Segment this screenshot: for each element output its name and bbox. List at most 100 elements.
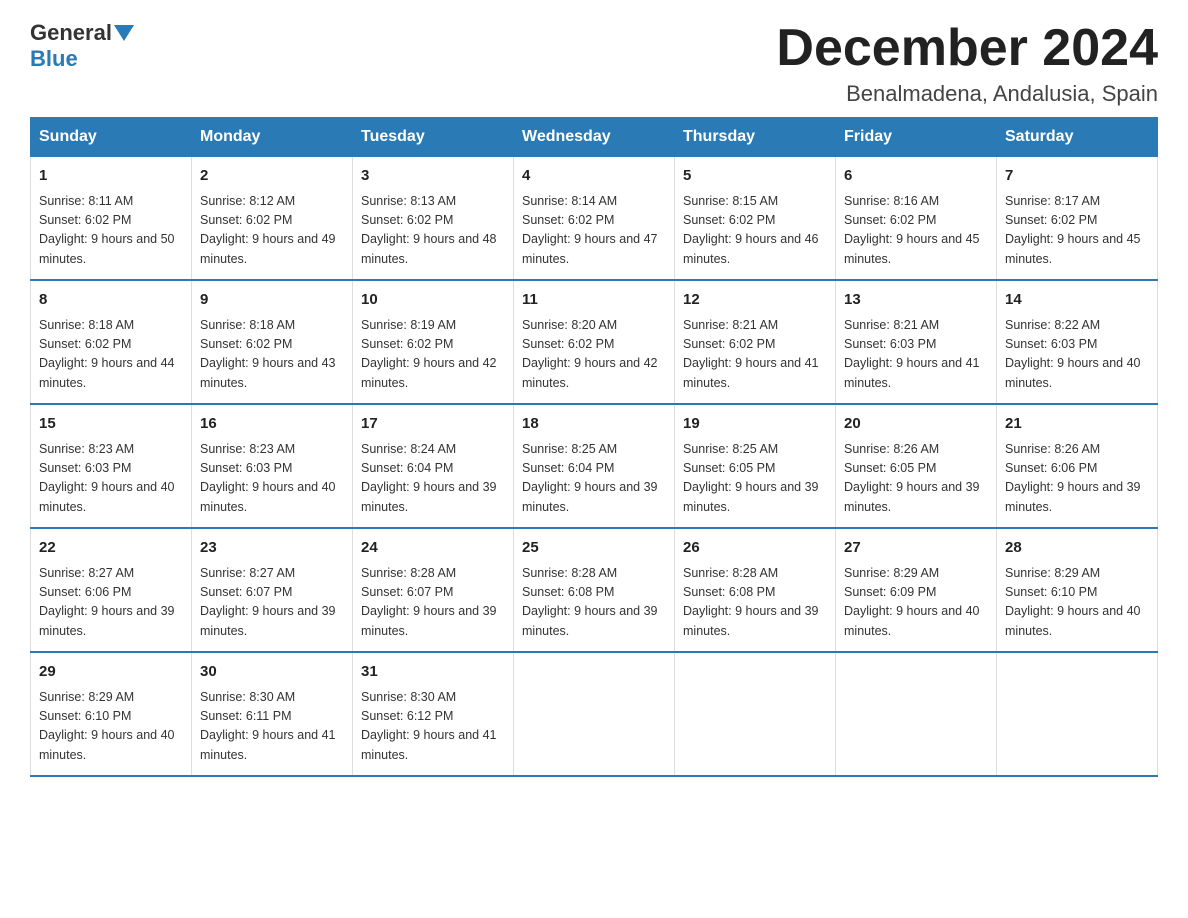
table-row: 4 Sunrise: 8:14 AMSunset: 6:02 PMDaylight… (514, 157, 675, 281)
table-row: 21 Sunrise: 8:26 AMSunset: 6:06 PMDayligh… (997, 404, 1158, 528)
calendar-week-row: 29 Sunrise: 8:29 AMSunset: 6:10 PMDayligh… (31, 652, 1158, 776)
day-number: 27 (844, 537, 988, 560)
calendar-header-row: Sunday Monday Tuesday Wednesday Thursday… (31, 118, 1158, 157)
day-info: Sunrise: 8:30 AMSunset: 6:12 PMDaylight:… (361, 688, 505, 766)
day-info: Sunrise: 8:15 AMSunset: 6:02 PMDaylight:… (683, 192, 827, 270)
col-tuesday: Tuesday (353, 118, 514, 157)
day-info: Sunrise: 8:28 AMSunset: 6:08 PMDaylight:… (522, 564, 666, 642)
table-row: 2Sunrise: 8:12 AMSunset: 6:02 PMDaylight… (192, 157, 353, 281)
table-row: 27 Sunrise: 8:29 AMSunset: 6:09 PMDayligh… (836, 528, 997, 652)
calendar-table: Sunday Monday Tuesday Wednesday Thursday… (30, 117, 1158, 777)
day-info: Sunrise: 8:29 AMSunset: 6:10 PMDaylight:… (1005, 564, 1149, 642)
page-header: General Blue December 2024 Benalmadena, … (30, 20, 1158, 107)
day-info: Sunrise: 8:22 AMSunset: 6:03 PMDaylight:… (1005, 316, 1149, 394)
day-number: 7 (1005, 165, 1149, 188)
day-info: Sunrise: 8:20 AMSunset: 6:02 PMDaylight:… (522, 316, 666, 394)
day-info: Sunrise: 8:18 AMSunset: 6:02 PMDaylight:… (39, 316, 183, 394)
day-number: 15 (39, 413, 183, 436)
day-number: 13 (844, 289, 988, 312)
table-row: 7 Sunrise: 8:17 AMSunset: 6:02 PMDaylight… (997, 157, 1158, 281)
table-row: 19 Sunrise: 8:25 AMSunset: 6:05 PMDayligh… (675, 404, 836, 528)
table-row: 15Sunrise: 8:23 AMSunset: 6:03 PMDayligh… (31, 404, 192, 528)
table-row: 6 Sunrise: 8:16 AMSunset: 6:02 PMDaylight… (836, 157, 997, 281)
table-row: 1 Sunrise: 8:11 AMSunset: 6:02 PMDaylight… (31, 157, 192, 281)
day-number: 11 (522, 289, 666, 312)
day-info: Sunrise: 8:17 AMSunset: 6:02 PMDaylight:… (1005, 192, 1149, 270)
day-number: 23 (200, 537, 344, 560)
day-info: Sunrise: 8:16 AMSunset: 6:02 PMDaylight:… (844, 192, 988, 270)
day-number: 25 (522, 537, 666, 560)
day-info: Sunrise: 8:21 AMSunset: 6:03 PMDaylight:… (844, 316, 988, 394)
table-row: 9Sunrise: 8:18 AMSunset: 6:02 PMDaylight… (192, 280, 353, 404)
day-info: Sunrise: 8:19 AMSunset: 6:02 PMDaylight:… (361, 316, 505, 394)
day-info: Sunrise: 8:25 AMSunset: 6:04 PMDaylight:… (522, 440, 666, 518)
table-row (836, 652, 997, 776)
col-thursday: Thursday (675, 118, 836, 157)
day-number: 12 (683, 289, 827, 312)
day-number: 1 (39, 165, 183, 188)
table-row: 23Sunrise: 8:27 AMSunset: 6:07 PMDayligh… (192, 528, 353, 652)
day-number: 5 (683, 165, 827, 188)
day-number: 29 (39, 661, 183, 684)
table-row: 25 Sunrise: 8:28 AMSunset: 6:08 PMDayligh… (514, 528, 675, 652)
table-row: 20 Sunrise: 8:26 AMSunset: 6:05 PMDayligh… (836, 404, 997, 528)
table-row: 14 Sunrise: 8:22 AMSunset: 6:03 PMDayligh… (997, 280, 1158, 404)
day-info: Sunrise: 8:26 AMSunset: 6:06 PMDaylight:… (1005, 440, 1149, 518)
day-info: Sunrise: 8:26 AMSunset: 6:05 PMDaylight:… (844, 440, 988, 518)
day-info: Sunrise: 8:25 AMSunset: 6:05 PMDaylight:… (683, 440, 827, 518)
col-friday: Friday (836, 118, 997, 157)
table-row (514, 652, 675, 776)
day-info: Sunrise: 8:13 AMSunset: 6:02 PMDaylight:… (361, 192, 505, 270)
col-saturday: Saturday (997, 118, 1158, 157)
table-row: 22 Sunrise: 8:27 AMSunset: 6:06 PMDayligh… (31, 528, 192, 652)
day-info: Sunrise: 8:23 AMSunset: 6:03 PMDaylight:… (200, 440, 344, 518)
day-number: 21 (1005, 413, 1149, 436)
day-info: Sunrise: 8:11 AMSunset: 6:02 PMDaylight:… (39, 192, 183, 270)
day-number: 10 (361, 289, 505, 312)
logo-arrow-icon (114, 25, 134, 41)
calendar-week-row: 1 Sunrise: 8:11 AMSunset: 6:02 PMDaylight… (31, 157, 1158, 281)
day-info: Sunrise: 8:27 AMSunset: 6:06 PMDaylight:… (39, 564, 183, 642)
day-info: Sunrise: 8:14 AMSunset: 6:02 PMDaylight:… (522, 192, 666, 270)
table-row: 10 Sunrise: 8:19 AMSunset: 6:02 PMDayligh… (353, 280, 514, 404)
table-row: 8 Sunrise: 8:18 AMSunset: 6:02 PMDaylight… (31, 280, 192, 404)
table-row: 13 Sunrise: 8:21 AMSunset: 6:03 PMDayligh… (836, 280, 997, 404)
day-info: Sunrise: 8:12 AMSunset: 6:02 PMDaylight:… (200, 192, 344, 270)
table-row: 5 Sunrise: 8:15 AMSunset: 6:02 PMDaylight… (675, 157, 836, 281)
day-number: 9 (200, 289, 344, 312)
table-row: 24Sunrise: 8:28 AMSunset: 6:07 PMDayligh… (353, 528, 514, 652)
day-info: Sunrise: 8:29 AMSunset: 6:10 PMDaylight:… (39, 688, 183, 766)
day-number: 3 (361, 165, 505, 188)
day-number: 26 (683, 537, 827, 560)
logo: General Blue (30, 20, 136, 72)
day-number: 17 (361, 413, 505, 436)
logo-general-text: General (30, 20, 112, 46)
table-row (997, 652, 1158, 776)
table-row (675, 652, 836, 776)
day-number: 14 (1005, 289, 1149, 312)
calendar-week-row: 22 Sunrise: 8:27 AMSunset: 6:06 PMDayligh… (31, 528, 1158, 652)
table-row: 26Sunrise: 8:28 AMSunset: 6:08 PMDayligh… (675, 528, 836, 652)
day-info: Sunrise: 8:30 AMSunset: 6:11 PMDaylight:… (200, 688, 344, 766)
day-number: 22 (39, 537, 183, 560)
day-number: 20 (844, 413, 988, 436)
month-title: December 2024 (776, 20, 1158, 77)
day-info: Sunrise: 8:24 AMSunset: 6:04 PMDaylight:… (361, 440, 505, 518)
col-sunday: Sunday (31, 118, 192, 157)
calendar-week-row: 15 Sunrise: 8:23 AMSunset: 6:03 PMDayligh… (31, 404, 1158, 528)
day-number: 8 (39, 289, 183, 312)
day-number: 18 (522, 413, 666, 436)
day-number: 6 (844, 165, 988, 188)
day-number: 4 (522, 165, 666, 188)
location-text: Benalmadena, Andalusia, Spain (776, 81, 1158, 107)
table-row: 12Sunrise: 8:21 AMSunset: 6:02 PMDayligh… (675, 280, 836, 404)
day-number: 19 (683, 413, 827, 436)
table-row: 17 Sunrise: 8:24 AMSunset: 6:04 PMDayligh… (353, 404, 514, 528)
day-number: 30 (200, 661, 344, 684)
day-info: Sunrise: 8:29 AMSunset: 6:09 PMDaylight:… (844, 564, 988, 642)
day-number: 31 (361, 661, 505, 684)
day-number: 28 (1005, 537, 1149, 560)
day-number: 16 (200, 413, 344, 436)
calendar-week-row: 8 Sunrise: 8:18 AMSunset: 6:02 PMDaylight… (31, 280, 1158, 404)
table-row: 31 Sunrise: 8:30 AMSunset: 6:12 PMDayligh… (353, 652, 514, 776)
